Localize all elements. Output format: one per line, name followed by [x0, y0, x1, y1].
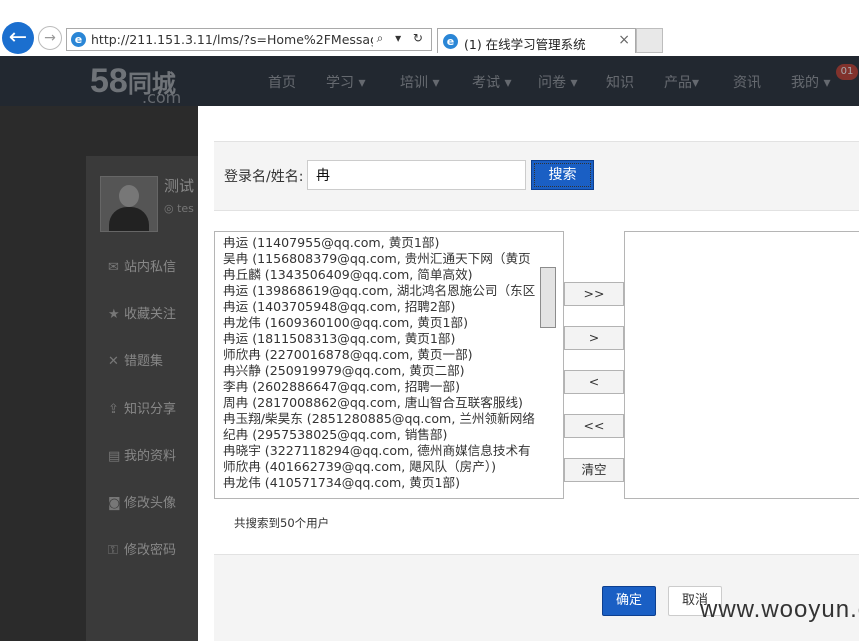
- list-item[interactable]: 吴冉 (1156808379@qq.com, 贵州汇通天下网（黄页: [223, 251, 541, 267]
- message-icon: ✉: [108, 260, 119, 275]
- remove-all-button[interactable]: <<: [564, 414, 624, 438]
- search-label: 登录名/姓名:: [224, 169, 304, 185]
- avatar-edit-icon: ◙: [108, 496, 121, 511]
- list-item[interactable]: 冉运 (11407955@qq.com, 黄页1部): [223, 235, 541, 251]
- list-item[interactable]: 冉运 (1811508313@qq.com, 黄页1部): [223, 331, 541, 347]
- nav-survey[interactable]: 问卷 ▾: [538, 72, 577, 92]
- list-item[interactable]: 冉运 (1403705948@qq.com, 招聘2部): [223, 299, 541, 315]
- nav-mine[interactable]: 我的 ▾: [791, 72, 830, 92]
- browser-chrome: ← → e http://211.151.3.11/lms/?s=Home%2F…: [0, 0, 859, 56]
- profile-icon: ▤: [108, 449, 121, 464]
- address-tools-icon[interactable]: ⌕ ▾ ↻: [377, 31, 427, 46]
- list-item[interactable]: 李冉 (2602886647@qq.com, 招聘一部): [223, 379, 541, 395]
- list-item[interactable]: 师欣冉 (401662739@qq.com, 飓风队（房产）): [223, 459, 541, 475]
- list-item[interactable]: 师欣冉 (2270016878@qq.com, 黄页一部): [223, 347, 541, 363]
- nav-knowledge[interactable]: 知识: [606, 72, 634, 92]
- nav-product[interactable]: 产品▾: [664, 72, 699, 92]
- search-bar: 登录名/姓名: 搜索: [214, 141, 859, 211]
- ie-icon: e: [71, 32, 86, 47]
- remove-button[interactable]: <: [564, 370, 624, 394]
- site-logo-sub: .com: [142, 88, 182, 107]
- tab-title: (1) 在线学习管理系统: [464, 37, 586, 52]
- url-text[interactable]: http://211.151.3.11/lms/?s=Home%2FMessag…: [91, 32, 373, 47]
- avatar: [100, 176, 158, 232]
- error-book-icon: ✕: [108, 354, 119, 369]
- list-scrollbar-thumb[interactable]: [540, 267, 556, 328]
- new-tab-button[interactable]: [636, 28, 663, 53]
- search-button[interactable]: 搜索: [531, 160, 594, 190]
- search-input[interactable]: [307, 160, 526, 190]
- bg-user-sub: ◎ tes: [164, 202, 194, 215]
- forward-arrow-icon: →: [44, 30, 56, 46]
- result-count: 共搜索到50个用户: [234, 516, 330, 530]
- nav-study[interactable]: 学习 ▾: [326, 72, 365, 92]
- ok-button[interactable]: 确定: [602, 586, 656, 616]
- list-item[interactable]: 纪冉 (2957538025@qq.com, 销售部): [223, 427, 541, 443]
- sidebar-item-favorites[interactable]: ★ 收藏关注: [108, 303, 176, 322]
- clear-button[interactable]: 清空: [564, 458, 624, 482]
- forward-button[interactable]: →: [38, 26, 62, 50]
- star-icon: ★: [108, 307, 120, 322]
- list-item[interactable]: 冉龙伟 (410571734@qq.com, 黄页1部): [223, 475, 541, 491]
- back-button[interactable]: ←: [2, 22, 34, 54]
- sidebar-item-error-book[interactable]: ✕ 错题集: [108, 350, 163, 369]
- list-item[interactable]: 冉晓宇 (3227118294@qq.com, 德州商媒信息技术有: [223, 443, 541, 459]
- nav-training[interactable]: 培训 ▾: [400, 72, 439, 92]
- sidebar-item-profile[interactable]: ▤ 我的资料: [108, 445, 176, 464]
- password-icon: ⚿: [108, 543, 118, 558]
- list-item[interactable]: 周冉 (2817008862@qq.com, 唐山智合互联客服线): [223, 395, 541, 411]
- nav-news[interactable]: 资讯: [733, 72, 761, 92]
- nav-home[interactable]: 首页: [268, 72, 296, 92]
- add-button[interactable]: >: [564, 326, 624, 350]
- share-icon: ⇪: [108, 402, 119, 417]
- notification-badge: 01: [836, 64, 858, 80]
- user-select-dialog: 登录名/姓名: 搜索 冉运 (11407955@qq.com, 黄页1部) 吴冉…: [198, 106, 859, 641]
- sidebar-item-avatar-edit[interactable]: ◙ 修改头像: [108, 492, 176, 511]
- address-bar[interactable]: e http://211.151.3.11/lms/?s=Home%2FMess…: [66, 28, 432, 51]
- back-arrow-icon: ←: [8, 25, 28, 50]
- tab-close-icon[interactable]: ×: [618, 32, 630, 48]
- user-list[interactable]: 冉运 (11407955@qq.com, 黄页1部) 吴冉 (115680837…: [214, 231, 564, 499]
- list-item[interactable]: 冉玉翔/柴昊东 (2851280885@qq.com, 兰州领新网络: [223, 411, 541, 427]
- sidebar-item-share[interactable]: ⇪ 知识分享: [108, 398, 176, 417]
- add-all-button[interactable]: >>: [564, 282, 624, 306]
- tab-ie-icon: e: [443, 34, 458, 49]
- list-item[interactable]: 冉龙伟 (1609360100@qq.com, 黄页1部): [223, 315, 541, 331]
- list-item[interactable]: 冉运 (139868619@qq.com, 湖北鸿名恩施公司（东区: [223, 283, 541, 299]
- site-header: 58同城 .com 首页 学习 ▾ 培训 ▾ 考试 ▾ 问卷 ▾ 知识 产品▾ …: [0, 56, 859, 107]
- list-item[interactable]: 冉兴静 (250919979@qq.com, 黄页二部): [223, 363, 541, 379]
- bg-user-name: 测试: [164, 177, 195, 195]
- nav-exam[interactable]: 考试 ▾: [472, 72, 511, 92]
- sidebar-item-password[interactable]: ⚿ 修改密码: [108, 539, 176, 558]
- sidebar-item-messages[interactable]: ✉ 站内私信: [108, 256, 176, 275]
- selected-user-list[interactable]: [624, 231, 859, 499]
- browser-tab[interactable]: e (1) 在线学习管理系统 ×: [437, 28, 636, 53]
- watermark: www.wooyun.org: [700, 596, 859, 623]
- list-item[interactable]: 冉丘麟 (1343506409@qq.com, 简单高效): [223, 267, 541, 283]
